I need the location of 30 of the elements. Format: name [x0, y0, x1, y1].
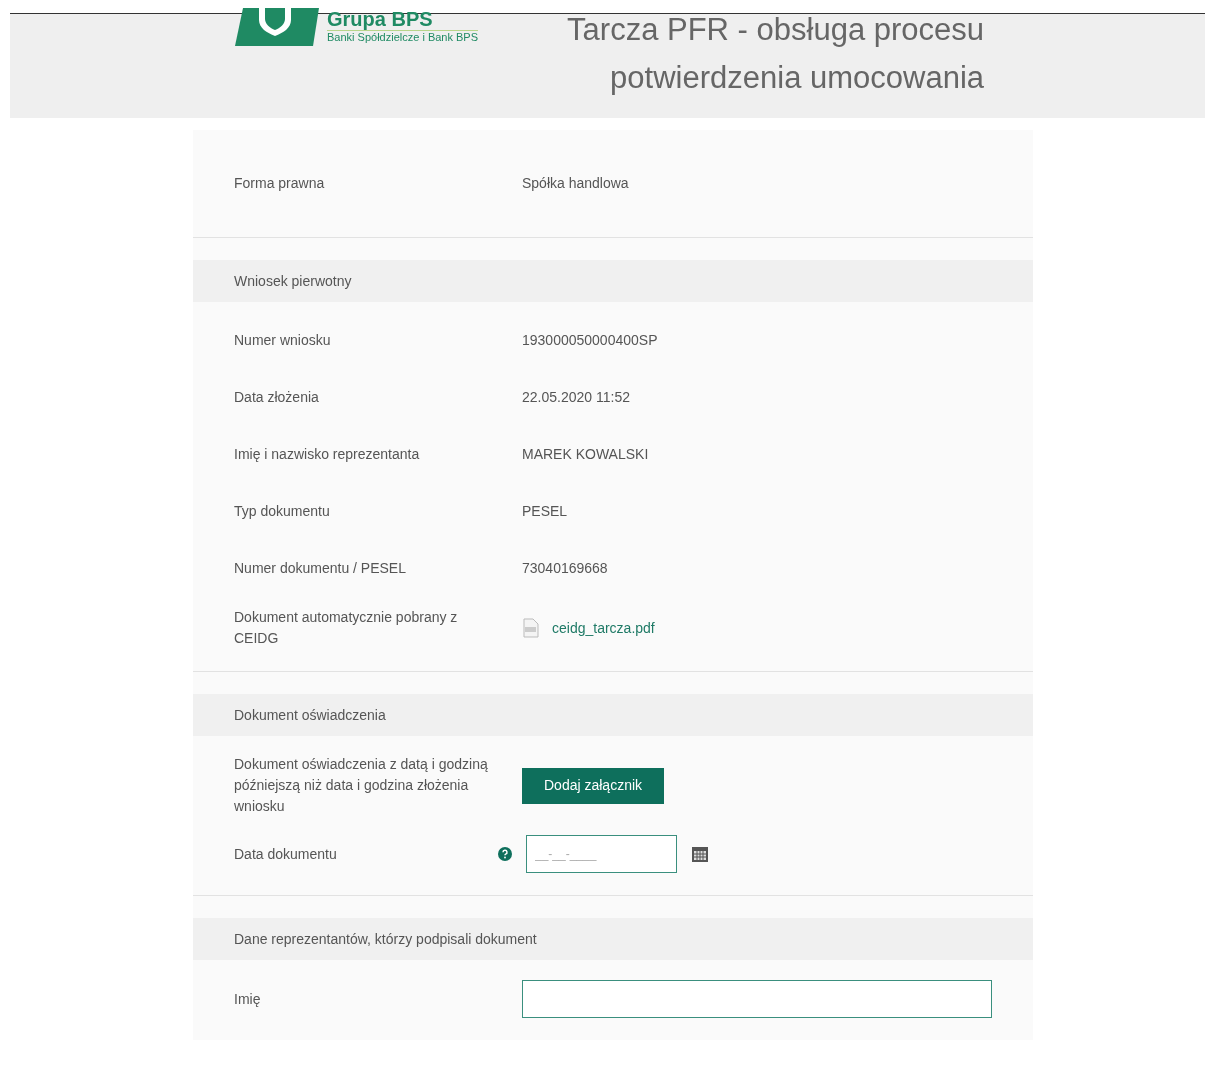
section-title: Wniosek pierwotny — [234, 271, 352, 291]
date-field[interactable]: __-__-____ — [526, 835, 677, 873]
field-label: Numer wniosku — [234, 331, 332, 350]
field-label: Forma prawna — [234, 174, 326, 193]
field-label: Dokument oświadczenia z datą i godziną późniejszą niż data i godzina złożenia wniosku — [234, 755, 489, 816]
help-icon[interactable] — [498, 847, 512, 861]
logo-name: Grupa BPS — [327, 8, 434, 30]
calendar-icon[interactable] — [691, 845, 709, 863]
page-title: Tarcza PFR - obsługa procesu potwierdzenia umocowania — [566, 11, 985, 97]
logo-tagline: Banki Spółdzielcze i Bank BPS — [327, 30, 479, 44]
field-value: MAREK KOWALSKI — [522, 445, 649, 464]
section-title: Dokument oświadczenia — [234, 705, 386, 725]
pdf-file-icon — [522, 618, 540, 638]
field-label: Numer dokumentu / PESEL — [234, 559, 407, 578]
add-attachment-button[interactable]: Dodaj załącznik — [522, 767, 665, 804]
text-field[interactable] — [522, 980, 992, 1018]
field-value: 22.05.2020 11:52 — [522, 388, 630, 407]
field-value: Spółka handlowa — [522, 174, 629, 193]
field-value: 193000050000400SP — [522, 331, 658, 350]
field-value: 73040169668 — [522, 559, 608, 578]
field-label: Typ dokumentu — [234, 502, 331, 521]
field-label: Data dokumentu — [234, 844, 338, 864]
field-label: Data złożenia — [234, 388, 320, 407]
shield-logo-icon — [235, 8, 319, 46]
field-label: Imię — [234, 989, 262, 1009]
field-value: PESEL — [522, 502, 568, 521]
file-link[interactable]: ceidg_tarcza.pdf — [552, 617, 655, 639]
section-title: Dane reprezentantów, którzy podpisali dokument — [234, 929, 537, 949]
field-label: Dokument automatycznie pobrany z CEIDG — [234, 608, 459, 648]
field-label: Imię i nazwisko reprezentanta — [234, 445, 421, 464]
